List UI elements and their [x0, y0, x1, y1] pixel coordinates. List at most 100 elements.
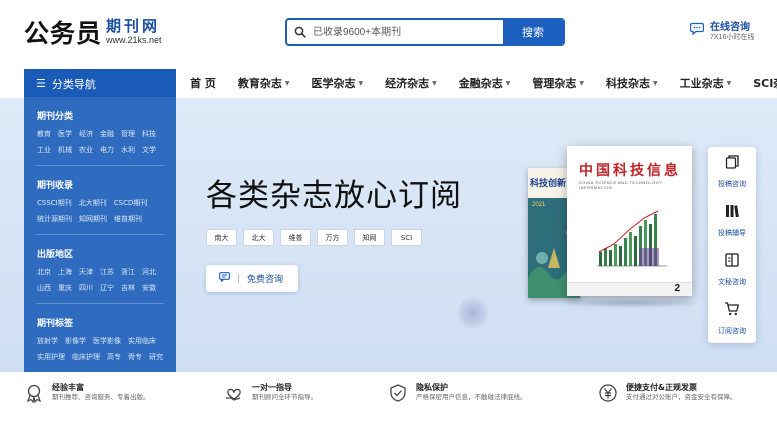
site-logo[interactable]: 公务员 期刊网 www.21ks.net	[24, 14, 162, 50]
hero-tag[interactable]: 南大	[206, 229, 237, 246]
caret-down-icon: ▼	[432, 79, 437, 87]
chat-bubble-icon	[689, 22, 705, 40]
category-link[interactable]: 农业	[79, 145, 93, 155]
category-link[interactable]: CSSCI期刊	[37, 198, 72, 208]
nav-label: 科技杂志	[605, 77, 650, 90]
category-nav-label: 分类导航	[51, 77, 96, 91]
magazine-shadow	[560, 298, 700, 308]
magazine-front-issue: 2	[674, 283, 680, 294]
category-section-indexing: 期刊收录 CSSCI期刊 北大期刊 CSCD期刊 统计源期刊 知网期刊 维普期刊	[37, 178, 154, 230]
category-link[interactable]: 辽宁	[100, 283, 114, 293]
hero-title: 各类杂志放心订阅	[206, 178, 462, 214]
category-link[interactable]: 影像学	[65, 336, 86, 346]
category-link[interactable]: 机械	[58, 145, 72, 155]
category-link[interactable]: 北大期刊	[79, 198, 107, 208]
online-consult[interactable]: 在线咨询 7X16小时在线	[689, 22, 754, 42]
category-link[interactable]: 骨专	[128, 352, 142, 362]
magazine-back-title: 科技创新	[530, 179, 567, 189]
section-title[interactable]: 期刊标签	[37, 316, 170, 329]
free-consult-button[interactable]: | 免费咨询	[206, 265, 298, 292]
category-link[interactable]: 医学影像	[93, 336, 121, 346]
nav-item-industry[interactable]: 工业杂志 ▼	[680, 75, 732, 91]
category-link[interactable]: 江苏	[100, 267, 114, 277]
consult-title: 在线咨询	[710, 22, 750, 33]
hero-tag[interactable]: 维普	[280, 229, 311, 246]
category-link[interactable]: 科技	[142, 129, 156, 139]
nav-item-education[interactable]: 教育杂志 ▼	[238, 75, 290, 91]
search-button[interactable]: 搜索	[503, 20, 563, 44]
magazine-front-title: 中国科技信息	[579, 163, 681, 179]
category-section-tags: 期刊标签 放射学 影像学 医学影像 实用临床 实用护理 临床护理 高专 骨专 研…	[37, 316, 170, 368]
nav-label: SCI杂志	[753, 77, 777, 90]
nav-label: 管理杂志	[532, 77, 577, 90]
category-link[interactable]: 电力	[100, 145, 114, 155]
category-link[interactable]: 知网期刊	[79, 214, 107, 224]
nav-item-technology[interactable]: 科技杂志 ▼	[606, 75, 658, 91]
search-bar: 搜索	[285, 18, 565, 46]
float-item-label: 文秘咨询	[718, 278, 746, 286]
section-title[interactable]: 期刊分类	[37, 109, 163, 122]
category-link[interactable]: 水利	[121, 145, 135, 155]
category-link[interactable]: 经济	[79, 129, 93, 139]
category-link[interactable]: 山西	[37, 283, 51, 293]
hero-tag[interactable]: 万方	[317, 229, 348, 246]
feature-title: 经验丰富	[52, 383, 84, 392]
search-icon	[287, 20, 313, 44]
category-link[interactable]: 上海	[58, 267, 72, 277]
nav-item-home[interactable]: 首 页	[190, 75, 216, 91]
category-link[interactable]: 吉林	[121, 283, 135, 293]
category-link[interactable]: 放射学	[37, 336, 58, 346]
category-link[interactable]: 实用临床	[128, 336, 156, 346]
nav-item-medical[interactable]: 医学杂志 ▼	[311, 75, 363, 91]
category-link[interactable]: 重庆	[58, 283, 72, 293]
search-input[interactable]	[313, 20, 503, 44]
hero-tag[interactable]: SCI	[391, 229, 422, 246]
feature-title: 便捷支付&正规发票	[626, 383, 697, 392]
category-link[interactable]: 文学	[142, 145, 156, 155]
category-link[interactable]: 管理	[121, 129, 135, 139]
hero-tag[interactable]: 知网	[354, 229, 385, 246]
category-link[interactable]: 维普期刊	[114, 214, 142, 224]
category-link[interactable]: CSCD期刊	[114, 198, 148, 208]
document-stack-icon	[724, 154, 740, 175]
category-link[interactable]: 浙江	[121, 267, 135, 277]
hero-tag[interactable]: 北大	[243, 229, 274, 246]
caret-down-icon: ▼	[652, 79, 658, 87]
category-link[interactable]: 四川	[79, 283, 93, 293]
float-item-label: 投稿咨询	[718, 180, 746, 188]
float-item-secretary-consult[interactable]: 文秘咨询	[708, 245, 756, 294]
category-section-region: 出版地区 北京 上海 天津 江苏 浙江 河北 山西 重庆 四川 辽宁 吉林 安徽	[37, 247, 163, 299]
nav-item-economy[interactable]: 经济杂志 ▼	[385, 75, 437, 91]
category-link[interactable]: 实用护理	[37, 352, 65, 362]
category-link[interactable]: 天津	[79, 267, 93, 277]
decorative-blob	[458, 296, 488, 330]
float-item-subscribe-consult[interactable]: 订阅咨询	[708, 294, 756, 343]
category-link[interactable]: 临床护理	[72, 352, 100, 362]
category-link[interactable]: 医学	[58, 129, 72, 139]
caret-down-icon: ▼	[284, 79, 290, 87]
nav-label: 教育杂志	[237, 77, 282, 90]
feature-experience: 经验丰富 期刊推荐、咨询服务、专着出版。	[24, 383, 150, 408]
cart-icon	[724, 301, 740, 322]
category-link[interactable]: 北京	[37, 267, 51, 277]
category-link[interactable]: 教育	[37, 129, 51, 139]
category-link[interactable]: 河北	[142, 267, 156, 277]
divider	[36, 234, 164, 235]
category-link[interactable]: 工业	[37, 145, 51, 155]
free-consult-label: 免费咨询	[247, 275, 284, 285]
nav-item-management[interactable]: 管理杂志 ▼	[532, 75, 584, 91]
float-item-submit-guide[interactable]: 投稿辅导	[708, 196, 756, 245]
category-link[interactable]: 高专	[107, 352, 121, 362]
category-link[interactable]: 研究	[149, 352, 163, 362]
section-title[interactable]: 期刊收录	[37, 178, 154, 191]
nav-item-sci[interactable]: SCI杂志▼	[753, 75, 777, 91]
category-nav-button[interactable]: ☰ 分类导航	[24, 69, 176, 98]
site-header: 公务员 期刊网 www.21ks.net 搜索 在线咨询 7X16小时在线	[0, 0, 777, 66]
category-link[interactable]: 金融	[100, 129, 114, 139]
category-link[interactable]: 安徽	[142, 283, 156, 293]
section-title[interactable]: 出版地区	[37, 247, 163, 260]
category-link[interactable]: 统计源期刊	[37, 214, 72, 224]
float-item-submit-consult[interactable]: 投稿咨询	[708, 147, 756, 196]
nav-item-finance[interactable]: 金融杂志 ▼	[459, 75, 511, 91]
yuan-coin-icon	[598, 383, 618, 408]
